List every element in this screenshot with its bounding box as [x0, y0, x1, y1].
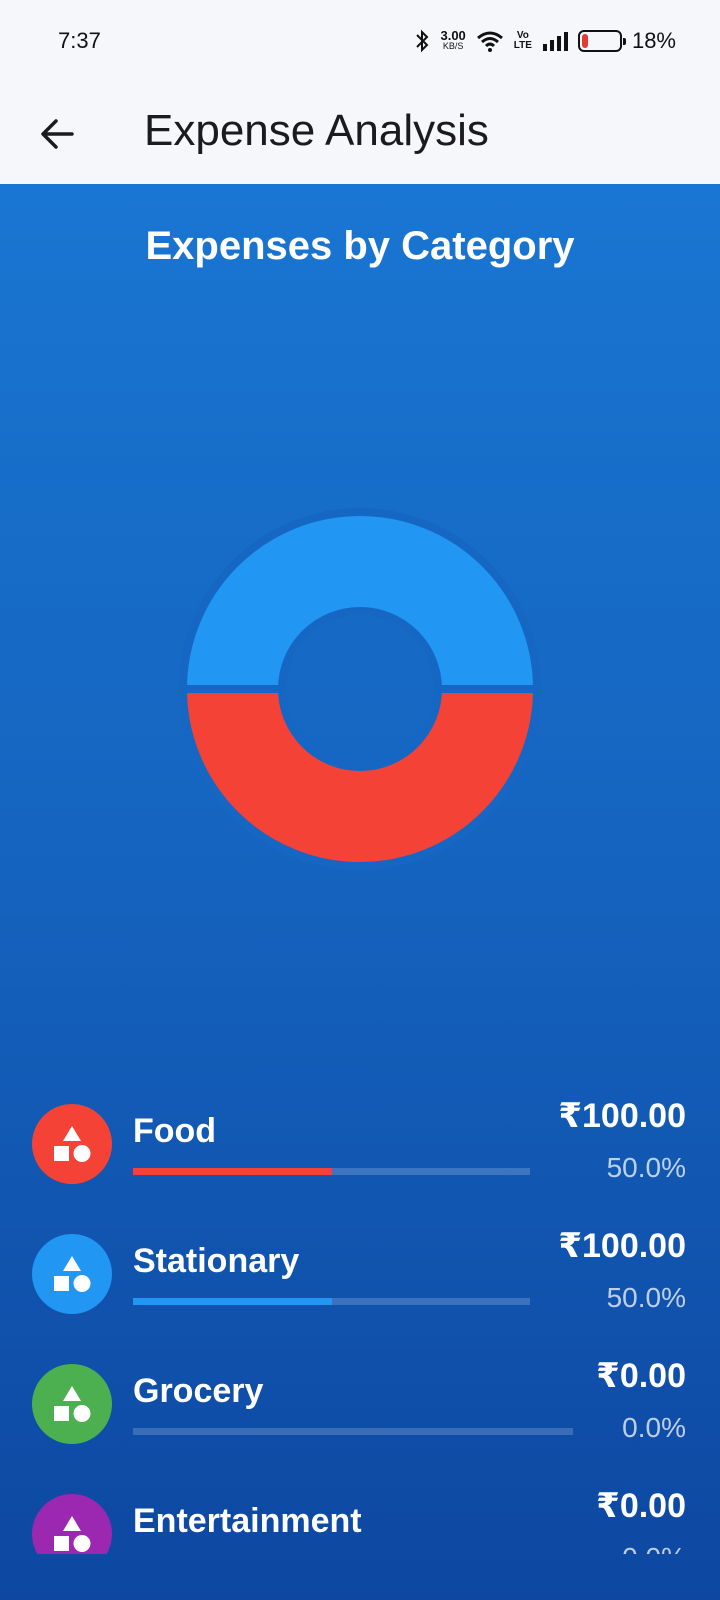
category-percent: 50.0%	[606, 1152, 686, 1183]
category-row-entertainment[interactable]: Entertainment ₹0.00 0.0%	[0, 1484, 720, 1554]
donut-chart	[178, 508, 542, 870]
donut-slice-food[interactable]	[178, 685, 542, 870]
app-bar: Expense Analysis	[0, 84, 720, 184]
shapes-icon	[54, 1126, 91, 1162]
category-name: Grocery	[133, 1372, 264, 1410]
shapes-icon	[54, 1256, 91, 1292]
main-content: Expenses by Category Food ₹100.00 50.0% Sta…	[0, 184, 720, 1600]
category-name: Stationary	[133, 1242, 300, 1280]
category-row-stationary[interactable]: Stationary ₹100.00 50.0%	[0, 1224, 720, 1344]
status-bar: 7:37 3.00 KB/S Vo LTE 18%	[0, 0, 720, 84]
network-speed-value: 3.00	[440, 28, 466, 43]
category-name: Entertainment	[133, 1502, 362, 1540]
bluetooth-icon	[416, 29, 429, 53]
category-percent: 50.0%	[606, 1282, 686, 1313]
volte-bottom: LTE	[513, 40, 532, 51]
category-amount: ₹0.00	[596, 1487, 686, 1525]
network-speed-unit: KB/S	[442, 41, 464, 51]
signal-icon	[542, 32, 568, 51]
battery-fill	[581, 34, 589, 48]
category-amount: ₹100.00	[558, 1227, 686, 1265]
shapes-icon	[54, 1516, 91, 1552]
category-progress-fill	[133, 1298, 332, 1305]
network-speed: 3.00 KB/S	[440, 28, 466, 51]
category-progress-fill	[133, 1168, 332, 1175]
category-name: Food	[133, 1112, 217, 1150]
category-avatar	[32, 1494, 112, 1554]
category-avatar	[32, 1364, 112, 1444]
category-avatar	[32, 1104, 112, 1184]
arrow-back-icon[interactable]	[36, 112, 80, 156]
status-time: 7:37	[58, 28, 101, 53]
donut-chart-container	[170, 499, 550, 879]
battery-percent: 18%	[631, 28, 676, 53]
status-icons: 3.00 KB/S Vo LTE 18%	[414, 26, 676, 56]
category-progress-track	[133, 1298, 530, 1305]
wifi-icon	[476, 31, 503, 52]
donut-slice-stationary[interactable]	[178, 508, 542, 693]
shapes-icon	[54, 1386, 91, 1422]
category-progress-track	[133, 1428, 573, 1435]
category-progress-track	[133, 1168, 530, 1175]
category-percent: 0.0%	[622, 1412, 686, 1443]
category-row-food[interactable]: Food ₹100.00 50.0%	[0, 1094, 720, 1214]
category-avatar	[32, 1234, 112, 1314]
volte-icon: Vo LTE	[514, 31, 532, 51]
category-list: Food ₹100.00 50.0% Stationary ₹100.00 50.0% Gr…	[0, 1084, 720, 1554]
category-row-grocery[interactable]: Grocery ₹0.00 0.0%	[0, 1354, 720, 1474]
category-amount: ₹0.00	[596, 1357, 686, 1395]
chart-title: Expenses by Category	[145, 224, 575, 268]
category-amount: ₹100.00	[558, 1097, 686, 1135]
battery-icon	[577, 30, 626, 52]
category-percent: 0.0%	[622, 1542, 686, 1554]
page-title: Expense Analysis	[144, 106, 489, 155]
